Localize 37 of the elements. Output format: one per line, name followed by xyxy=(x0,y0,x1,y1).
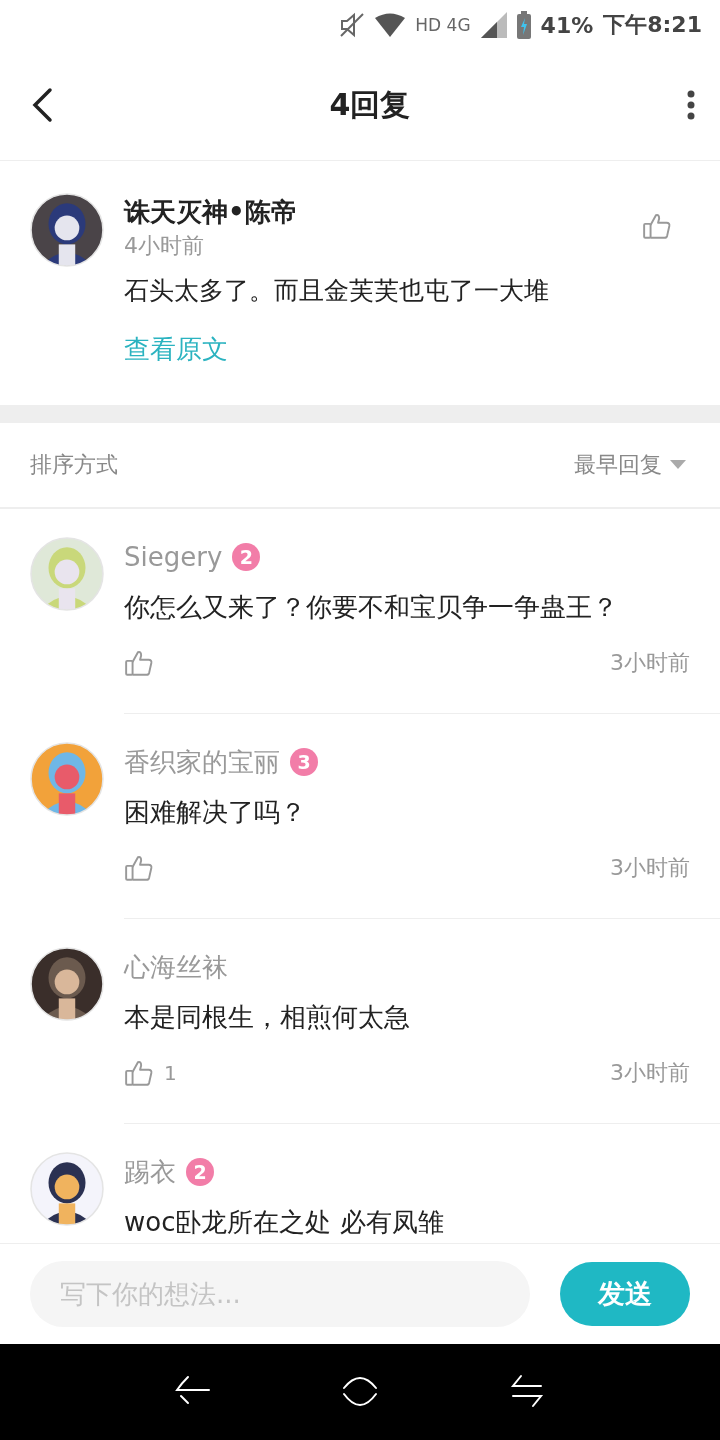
signal-icon xyxy=(480,12,507,38)
battery-percent: 41% xyxy=(540,12,594,38)
reply-author: 香织家的宝丽 xyxy=(124,745,280,779)
level-badge: 2 xyxy=(186,1158,214,1186)
reply-author: 踢衣 xyxy=(124,1155,176,1189)
reply-time: 3小时前 xyxy=(610,1059,690,1087)
reply-text: 你怎么又来了？你要不和宝贝争一争蛊王？ xyxy=(124,591,619,624)
reply-text: woc卧龙所在之处 必有凤雏 xyxy=(124,1206,445,1239)
network-label: HD 4G xyxy=(415,15,471,35)
caret-icon xyxy=(670,460,686,470)
like-count: 1 xyxy=(164,1061,177,1085)
reply-time: 3小时前 xyxy=(610,854,690,882)
sort-dropdown[interactable]: 最早回复 xyxy=(574,450,686,480)
sort-label: 排序方式 xyxy=(30,451,118,479)
level-badge: 3 xyxy=(290,748,318,776)
battery-icon xyxy=(516,11,531,39)
level-badge: 2 xyxy=(232,543,261,571)
more-icon[interactable] xyxy=(686,90,696,120)
send-button[interactable]: 发送 xyxy=(560,1262,690,1326)
reply-text: 本是同根生，相煎何太急 xyxy=(124,1001,411,1034)
like-icon[interactable] xyxy=(124,648,154,678)
like-icon[interactable] xyxy=(124,853,154,883)
reply-author: 心海丝袜 xyxy=(124,950,228,984)
reply-time: 3小时前 xyxy=(610,649,690,677)
mute-icon xyxy=(339,12,366,38)
author-name: 诛天灭神•陈帝 xyxy=(124,196,297,229)
page-title: 4回复 xyxy=(329,85,411,124)
like-icon[interactable] xyxy=(642,211,672,241)
view-original-link[interactable]: 查看原文 xyxy=(124,329,228,369)
post-time: 4小时前 xyxy=(124,232,205,260)
wifi-icon xyxy=(375,13,406,37)
clock: 下午8:21 xyxy=(603,11,702,39)
reply-text: 困难解决了吗？ xyxy=(124,796,307,829)
comment-text: 石头太多了。而且金芙芙也屯了一大堆 xyxy=(124,275,550,307)
back-icon[interactable] xyxy=(30,87,54,123)
like-icon[interactable] xyxy=(124,1058,154,1088)
reply-author: Siegery xyxy=(124,542,223,572)
